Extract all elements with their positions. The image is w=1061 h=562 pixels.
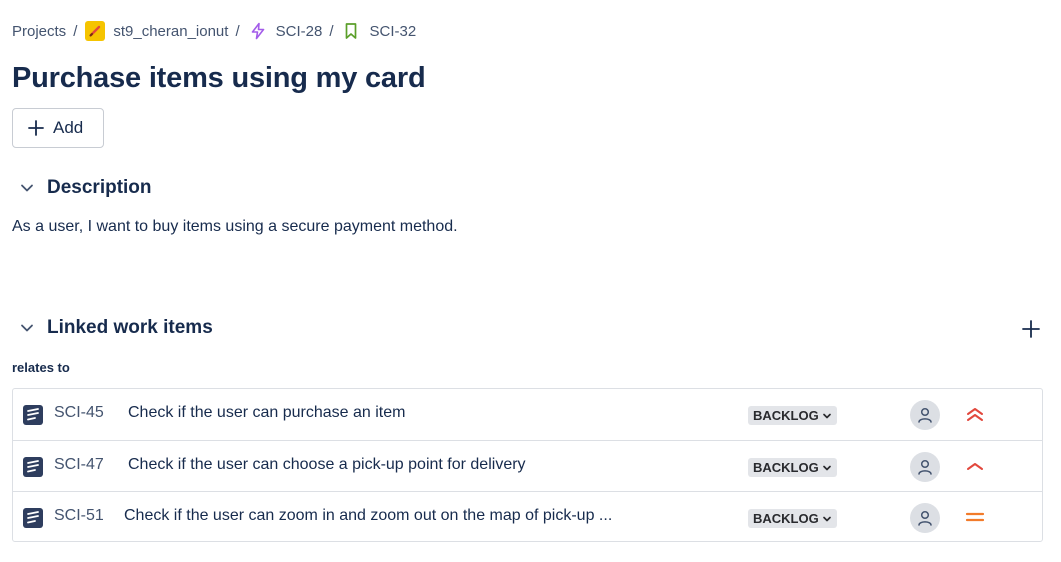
linked-item-row[interactable]: SCI-51 Check if the user can zoom in and… [13,491,1042,543]
item-key[interactable]: SCI-51 [54,507,104,525]
linked-items-heading: Linked work items [47,317,213,338]
chevron-down-icon [822,516,831,521]
priority-high-icon [964,455,986,477]
user-icon [918,510,932,526]
page-title[interactable]: Purchase items using my card [12,62,426,95]
plus-icon [1022,320,1040,338]
test-icon [23,508,43,528]
item-key[interactable]: SCI-45 [54,404,104,422]
breadcrumb-story-link[interactable]: SCI-32 [369,23,416,40]
breadcrumb-project[interactable]: st9_cheran_ionut [85,21,228,41]
assignee-avatar[interactable] [910,452,940,482]
priority-medium-icon [964,506,986,528]
description-header[interactable]: Description [18,177,152,199]
chevron-down-icon [822,465,831,470]
item-key[interactable]: SCI-47 [54,456,104,474]
assignee-avatar[interactable] [910,503,940,533]
item-summary[interactable]: Check if the user can choose a pick-up p… [128,456,526,474]
assignee-avatar[interactable] [910,400,940,430]
status-label: BACKLOG [753,460,819,475]
project-avatar-icon [85,21,106,41]
breadcrumb-separator: / [329,22,334,40]
plus-icon [28,120,44,136]
description-heading: Description [47,177,152,198]
test-icon [23,405,43,425]
status-dropdown[interactable]: BACKLOG [748,458,837,477]
status-dropdown[interactable]: BACKLOG [748,509,837,528]
add-button-label: Add [53,118,84,137]
breadcrumb-projects[interactable]: Projects [12,23,66,40]
item-summary[interactable]: Check if the user can purchase an item [128,404,405,422]
relation-label: relates to [12,360,70,375]
priority-highest-icon [964,403,986,425]
description-text[interactable]: As a user, I want to buy items using a s… [12,218,458,236]
breadcrumb: Projects / st9_cheran_ionut / SCI-28 / S… [12,20,416,42]
chevron-down-icon [822,413,831,418]
lightning-icon [248,21,268,41]
breadcrumb-story[interactable]: SCI-32 [341,21,416,41]
linked-items-header[interactable]: Linked work items [18,317,213,339]
linked-items-list: SCI-45 Check if the user can purchase an… [12,388,1043,542]
item-summary[interactable]: Check if the user can zoom in and zoom o… [124,507,612,525]
chevron-down-icon[interactable] [18,319,36,337]
status-label: BACKLOG [753,408,819,423]
breadcrumb-epic[interactable]: SCI-28 [248,21,323,41]
linked-item-row[interactable]: SCI-45 Check if the user can purchase an… [13,389,1042,440]
user-icon [918,459,932,475]
breadcrumb-project-link[interactable]: st9_cheran_ionut [113,23,228,40]
status-dropdown[interactable]: BACKLOG [748,406,837,425]
bookmark-icon [341,21,361,41]
add-button[interactable]: Add [12,108,104,148]
user-icon [918,407,932,423]
breadcrumb-projects-link[interactable]: Projects [12,23,66,40]
chevron-down-icon[interactable] [18,179,36,197]
add-link-button[interactable] [1019,317,1043,341]
status-label: BACKLOG [753,511,819,526]
breadcrumb-epic-link[interactable]: SCI-28 [276,23,323,40]
breadcrumb-separator: / [73,22,78,40]
test-icon [23,457,43,477]
linked-item-row[interactable]: SCI-47 Check if the user can choose a pi… [13,440,1042,492]
breadcrumb-separator: / [235,22,240,40]
